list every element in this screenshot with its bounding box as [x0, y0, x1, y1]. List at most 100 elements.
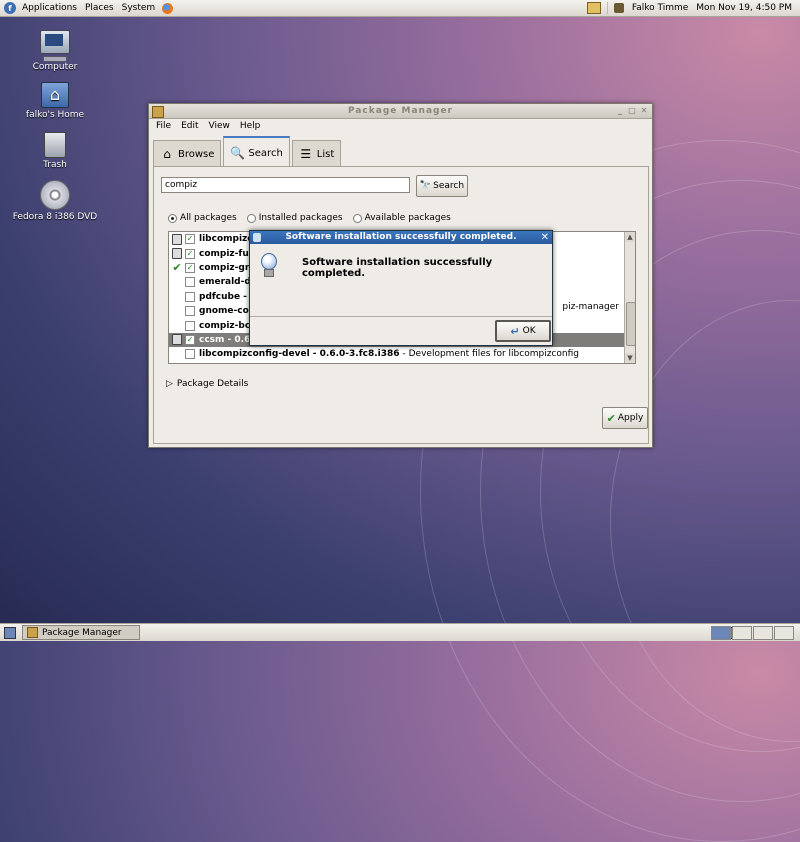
menu-edit[interactable]: Edit [176, 121, 203, 131]
info-lightbulb-icon [261, 253, 277, 277]
window-app-icon[interactable] [152, 106, 164, 118]
menu-places[interactable]: Places [81, 0, 118, 16]
menu-help[interactable]: Help [235, 121, 266, 131]
magnifier-icon: 🔍 [229, 146, 245, 160]
apply-button[interactable]: ✔ Apply [602, 407, 648, 429]
package-checkbox[interactable] [185, 306, 195, 317]
search-button[interactable]: 🔭 Search [416, 175, 468, 197]
radio-installed-packages[interactable]: Installed packages [246, 213, 343, 223]
workspace-4[interactable] [774, 626, 794, 640]
home-icon: ⌂ [163, 147, 171, 161]
package-checkbox[interactable] [185, 320, 195, 331]
package-checkbox[interactable]: ✓ [185, 248, 195, 259]
scroll-down-arrow-icon[interactable]: ▼ [625, 353, 635, 363]
tab-browse[interactable]: ⌂ Browse [153, 140, 222, 167]
dialog-separator [250, 316, 552, 317]
desktop-icon-dvd[interactable]: Fedora 8 i386 DVD [10, 180, 100, 222]
package-checkbox[interactable] [185, 277, 195, 288]
menu-file[interactable]: File [151, 121, 176, 131]
status-cell [171, 349, 183, 360]
computer-icon [40, 30, 70, 54]
tab-search[interactable]: 🔍 Search [223, 136, 290, 168]
package-description-partial: piz-manager [562, 302, 619, 312]
status-cell [171, 306, 183, 317]
apply-button-label: Apply [617, 413, 644, 423]
installed-check-icon: ✔ [172, 261, 182, 275]
minimize-button[interactable]: _ [615, 105, 626, 116]
status-cell [171, 334, 183, 346]
network-icon[interactable] [586, 2, 601, 14]
desktop-icon-trash[interactable]: Trash [10, 132, 100, 170]
workspace-1[interactable] [711, 626, 731, 640]
package-name: libcompizconfig-devel - 0.6.0-3.fc8.i386 [199, 349, 400, 360]
window-titlebar[interactable]: Package Manager _ □ ✕ [149, 104, 652, 119]
clock[interactable]: Mon Nov 19, 4:50 PM [692, 0, 800, 16]
status-cell [171, 248, 183, 260]
desktop-icon-label: falko's Home [25, 110, 85, 120]
dialog-title: Software installation successfully compl… [285, 232, 517, 242]
bottom-panel: Package Manager [0, 623, 800, 641]
workspace-switcher [711, 626, 794, 640]
tab-label: Browse [178, 148, 215, 160]
lock-icon [172, 233, 182, 245]
bulb-base [264, 269, 274, 277]
workspace-3[interactable] [753, 626, 773, 640]
dvd-icon [40, 180, 70, 210]
home-folder-icon [41, 82, 69, 108]
menu-applications[interactable]: Applications [18, 0, 81, 16]
package-checkbox[interactable]: ✓ [185, 334, 195, 345]
show-desktop-icon[interactable] [4, 627, 16, 639]
ok-button[interactable]: ↵ OK [495, 320, 551, 342]
scrollbar-thumb[interactable] [626, 302, 635, 346]
binoculars-icon: 🔭 [419, 181, 432, 191]
fedora-logo-icon[interactable]: f [4, 2, 16, 14]
lock-icon [172, 334, 182, 346]
installation-complete-dialog: Software installation successfully compl… [249, 230, 553, 346]
menu-view[interactable]: View [204, 121, 235, 131]
search-input[interactable]: compiz [161, 177, 410, 193]
radio-label: Available packages [364, 213, 451, 223]
status-cell [171, 291, 183, 302]
lock-icon [172, 248, 182, 260]
radio-dot [352, 213, 362, 223]
expander-triangle-icon: ▷ [166, 379, 173, 389]
radio-dot [168, 213, 177, 223]
tab-list[interactable]: ☰ List [291, 140, 342, 167]
close-button[interactable]: ✕ [639, 105, 650, 116]
package-checkbox[interactable]: ✓ [185, 234, 195, 245]
package-details-expander[interactable]: ▷ Package Details [166, 379, 248, 389]
dialog-titlebar[interactable]: Software installation successfully compl… [250, 231, 552, 244]
package-filter: All packages Installed packages Availabl… [168, 213, 451, 223]
package-checkbox[interactable] [185, 349, 195, 360]
maximize-button[interactable]: □ [627, 105, 638, 116]
radio-available-packages[interactable]: Available packages [352, 213, 451, 223]
window-title: Package Manager [348, 106, 453, 116]
user-name[interactable]: Falko Timme [628, 0, 692, 16]
user-icon [613, 3, 624, 13]
status-cell [171, 233, 183, 245]
return-arrow-icon: ↵ [510, 324, 520, 338]
desktop-icon-label: Computer [32, 62, 78, 72]
taskbar-package-manager[interactable]: Package Manager [22, 625, 140, 640]
dialog-close-icon[interactable]: ✕ [541, 231, 549, 244]
scroll-up-arrow-icon[interactable]: ▲ [625, 232, 635, 242]
package-row[interactable]: libcompizconfig-devel - 0.6.0-3.fc8.i386… [169, 347, 635, 361]
desktop-icon-computer[interactable]: Computer [10, 30, 100, 72]
desktop-icon-home[interactable]: falko's Home [10, 82, 100, 120]
separator [606, 2, 608, 14]
tab-label: Search [248, 147, 283, 159]
radio-all-packages[interactable]: All packages [168, 213, 237, 223]
radio-label: Installed packages [258, 213, 343, 223]
list-scrollbar[interactable]: ▲ ▼ [624, 232, 635, 363]
workspace-2[interactable] [732, 626, 752, 640]
top-panel: f Applications Places System Falko Timme… [0, 0, 800, 17]
tab-label: List [316, 148, 335, 160]
taskbar-label: Package Manager [42, 627, 122, 638]
package-checkbox[interactable] [185, 291, 195, 302]
firefox-icon[interactable] [162, 2, 174, 14]
menu-system[interactable]: System [118, 0, 160, 16]
desktop-icon-label: Fedora 8 i386 DVD [12, 212, 98, 222]
status-cell [171, 320, 183, 331]
package-description: - Development files for libcompizconfig [402, 349, 579, 360]
package-checkbox[interactable]: ✓ [185, 262, 195, 273]
